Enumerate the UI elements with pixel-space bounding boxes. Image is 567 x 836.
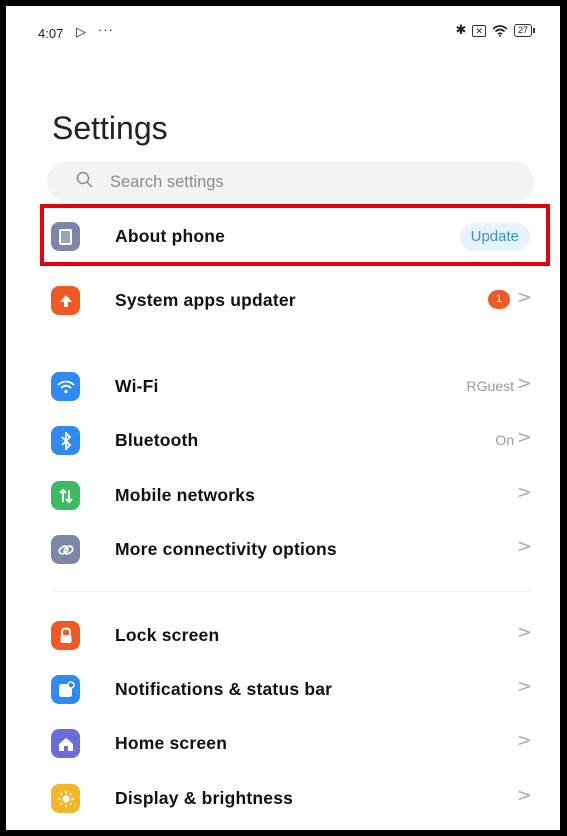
battery-icon: 27 xyxy=(513,24,536,37)
settings-screen: 4:07 ▷ ··· ✱ ✕ 27 Settings Search settin… xyxy=(6,6,560,830)
wifi-value: RGuest xyxy=(466,378,514,394)
chevron-right-icon: > xyxy=(516,427,532,448)
bluetooth-icon xyxy=(51,426,80,455)
chevron-right-icon: > xyxy=(516,730,532,751)
chevron-right-icon: > xyxy=(516,373,532,394)
more-icon: ··· xyxy=(98,22,114,37)
lock-screen-row[interactable]: Lock screen > xyxy=(6,608,560,662)
system-apps-updater-label: System apps updater xyxy=(115,290,296,310)
lock-icon xyxy=(51,621,80,650)
chevron-right-icon: > xyxy=(516,536,532,557)
chevron-right-icon: > xyxy=(516,785,532,806)
display-brightness-row[interactable]: Display & brightness > xyxy=(6,771,560,825)
system-apps-updater-row[interactable]: System apps updater 1 > xyxy=(6,273,560,327)
bluetooth-status-icon: ✱ xyxy=(455,23,467,38)
more-connectivity-label: More connectivity options xyxy=(115,539,337,559)
wifi-label: Wi-Fi xyxy=(115,376,159,396)
bluetooth-value: On xyxy=(495,432,514,448)
home-screen-row[interactable]: Home screen > xyxy=(6,716,560,770)
sun-icon xyxy=(51,784,80,813)
notifications-row[interactable]: Notifications & status bar > xyxy=(6,662,560,716)
section-divider xyxy=(52,591,530,592)
update-count-badge: 1 xyxy=(488,290,510,309)
chevron-right-icon: > xyxy=(516,482,532,503)
lock-screen-label: Lock screen xyxy=(115,625,220,645)
mobile-networks-label: Mobile networks xyxy=(115,485,256,505)
signal-icon xyxy=(51,481,80,510)
display-brightness-label: Display & brightness xyxy=(115,788,294,808)
cast-icon: ▷ xyxy=(76,24,86,39)
home-icon xyxy=(51,729,80,758)
search-icon xyxy=(76,171,93,188)
bluetooth-row[interactable]: Bluetooth On > xyxy=(6,413,560,467)
wifi-icon xyxy=(51,372,80,401)
status-time: 4:07 xyxy=(38,26,64,41)
chevron-right-icon: > xyxy=(516,622,532,643)
wifi-row[interactable]: Wi-Fi RGuest > xyxy=(6,359,560,413)
home-screen-label: Home screen xyxy=(115,733,228,753)
highlight-box xyxy=(40,204,550,266)
notification-icon xyxy=(51,675,80,704)
chevron-right-icon: > xyxy=(516,287,532,308)
search-bar[interactable]: Search settings xyxy=(47,161,534,202)
status-icons: ✱ ✕ 27 xyxy=(455,23,536,38)
chevron-right-icon: > xyxy=(516,676,532,697)
link-icon xyxy=(51,535,80,564)
search-placeholder: Search settings xyxy=(110,173,224,191)
status-bar: 4:07 ▷ ··· ✱ ✕ 27 xyxy=(6,6,560,64)
mobile-networks-row[interactable]: Mobile networks > xyxy=(6,468,560,522)
page-title: Settings xyxy=(52,110,168,146)
wifi-status-icon xyxy=(492,24,508,37)
notifications-label: Notifications & status bar xyxy=(115,679,333,699)
more-connectivity-row[interactable]: More connectivity options > xyxy=(6,522,560,576)
sim-status-icon: ✕ xyxy=(472,24,486,37)
arrow-up-icon xyxy=(51,286,80,315)
bluetooth-label: Bluetooth xyxy=(115,430,199,450)
